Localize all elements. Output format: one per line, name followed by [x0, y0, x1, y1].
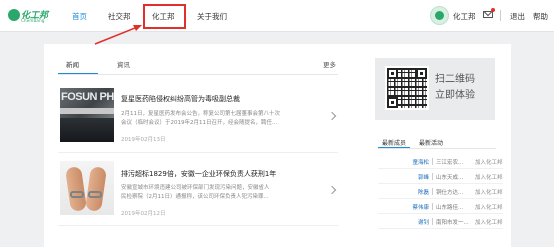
member-action: 加入化工邦 [475, 205, 503, 211]
handcuffs-icon [70, 191, 84, 198]
site-logo[interactable]: 化工邦 ChemBang [8, 7, 48, 25]
tab-divider [378, 148, 496, 149]
qr-caption-line1: 扫二维码 [435, 74, 475, 85]
member-action: 加入化工邦 [475, 175, 503, 181]
member-company: 三江宏农... [436, 160, 464, 166]
avatar[interactable] [430, 6, 449, 25]
nav-home[interactable]: 首页 [72, 11, 87, 22]
news-date: 2019年02月13日 [121, 137, 166, 143]
tab-new-activities[interactable]: 最新活动 [419, 138, 443, 147]
list-item[interactable]: 童海松 三江宏农... 加入化工邦 [378, 156, 503, 171]
news-title[interactable]: 复星医药陷侵权纠纷高管为毒吸副总裁 [121, 94, 240, 104]
tab-new-members[interactable]: 最新成员 [382, 138, 406, 147]
divider [58, 152, 338, 153]
active-tab-indicator [58, 73, 98, 74]
member-name[interactable]: 陈磊 [418, 188, 429, 196]
member-action: 加入化工邦 [475, 160, 503, 166]
user-name[interactable]: 化工邦 [453, 11, 476, 22]
mail-icon[interactable] [483, 11, 493, 18]
member-name[interactable]: 谢钊 [418, 218, 429, 226]
member-company: 山东路佳... [436, 205, 464, 211]
news-thumbnail[interactable] [60, 161, 114, 215]
nav-social[interactable]: 社交邦 [108, 11, 131, 22]
chevron-right-icon[interactable] [327, 111, 337, 121]
news-summary: 会议（临时会议）于2019年2月11日召开，经会随提名，聘任... [121, 120, 278, 126]
nav-about[interactable]: 关于我们 [197, 11, 227, 22]
member-name[interactable]: 郭峰 [418, 173, 429, 181]
highlight-box [143, 4, 186, 29]
more-link[interactable]: 更多 [323, 59, 336, 69]
member-company: 铜仕方达... [436, 190, 464, 196]
logout-link[interactable]: 退出 [510, 11, 525, 22]
news-summary: 安徽宣城市环境违建公司被环保部门发现污染问题，安徽省人 [121, 185, 270, 191]
logo-subtitle: ChemBang [21, 18, 45, 23]
news-summary: 民检察院（2月11日）通报称，该公司环保负责人犯污染罪... [121, 194, 269, 200]
tab-divider [58, 74, 338, 75]
top-navigation-bar: 化工邦 ChemBang 首页 社交邦 化工邦 关于我们 化工邦 退出 帮助 [0, 0, 554, 32]
divider [58, 225, 338, 226]
thumbnail-logo-text: FOSUN PH [61, 91, 114, 103]
chevron-right-icon[interactable] [327, 185, 337, 195]
member-name[interactable]: 蔡伟康 [412, 203, 429, 211]
list-item[interactable]: 郭峰 山东天成... 加入化工邦 [378, 171, 503, 186]
news-summary: 2月11日，复星医药发布会公告，称复公司第七届董事会第八十次 [121, 111, 280, 117]
qr-caption-line2: 立即体验 [435, 90, 475, 101]
active-tab-indicator [378, 147, 410, 148]
tab-news[interactable]: 新闻 [66, 59, 79, 69]
logo-icon [8, 9, 20, 21]
news-date: 2019年02月12日 [121, 211, 166, 217]
news-thumbnail[interactable]: FOSUN PH [60, 88, 114, 142]
member-company: 山东天成... [436, 175, 464, 181]
qr-promo: 扫二维码 立即体验 [375, 58, 495, 120]
member-name[interactable]: 童海松 [412, 158, 429, 166]
qr-code [385, 66, 429, 110]
main-content-card: 新闻 資讯 更多 FOSUN PH 复星医药陷侵权纠纷高管为毒吸副总裁 2月11… [44, 44, 511, 247]
member-action: 加入化工邦 [475, 220, 503, 226]
list-item[interactable]: 蔡伟康 山东路佳... 加入化工邦 [378, 201, 503, 216]
member-company: 南阳市发一... [436, 220, 469, 226]
list-item[interactable]: 谢钊 南阳市发一... 加入化工邦 [378, 216, 503, 231]
list-item[interactable]: 陈磊 铜仕方达... 加入化工邦 [378, 186, 503, 201]
notification-dot-icon [491, 8, 495, 12]
tab-info[interactable]: 資讯 [117, 59, 130, 69]
divider [500, 10, 501, 21]
member-action: 加入化工邦 [475, 190, 503, 196]
help-link[interactable]: 帮助 [533, 11, 548, 22]
news-title[interactable]: 排污超标1829倍，安徽一企业环保负责人获刑1年 [121, 169, 276, 179]
